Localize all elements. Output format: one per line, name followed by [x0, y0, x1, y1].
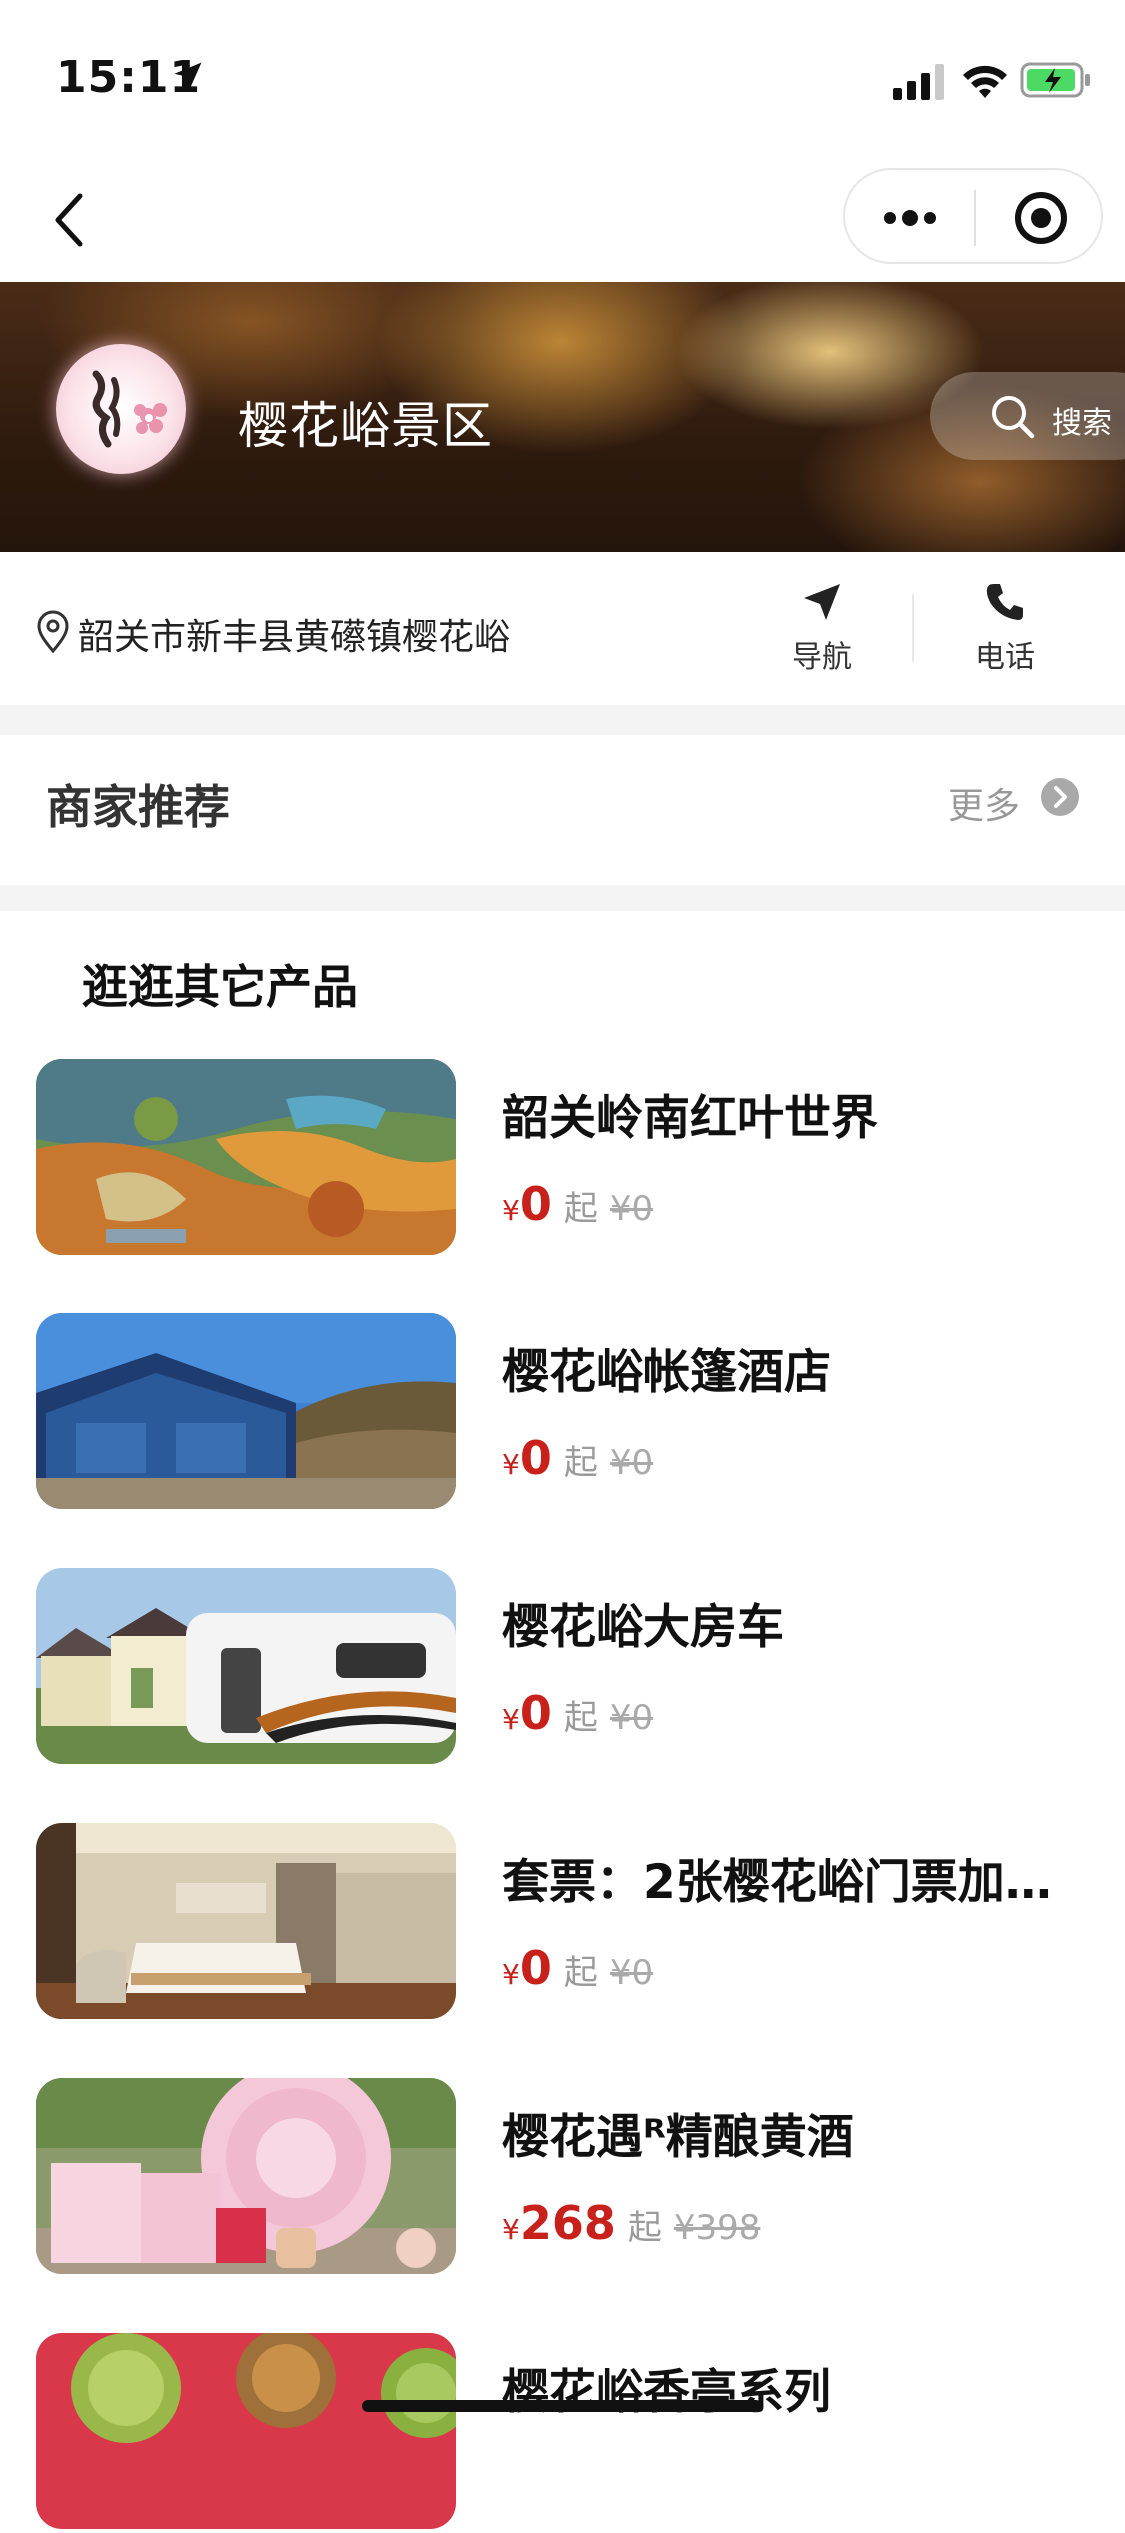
shop-logo: [56, 344, 186, 474]
navigate-icon: [804, 584, 840, 620]
product-name: 樱花峪大房车: [502, 1600, 784, 1655]
recommend-title: 商家推荐: [46, 780, 230, 834]
product-item[interactable]: 套票：2张樱花峪门票加… ¥0 起 ¥0: [0, 1823, 1125, 2023]
pin-icon: [37, 610, 69, 654]
price-amount: 0: [519, 1177, 552, 1231]
price-currency: ¥: [502, 1194, 520, 1227]
product-name: 套票：2张樱花峪门票加…: [502, 1855, 1052, 1910]
product-price: ¥0 起 ¥0: [502, 1686, 653, 1746]
product-item[interactable]: 樱花峪帐篷酒店 ¥0 起 ¥0: [0, 1313, 1125, 1513]
price-from-label: 起: [627, 2208, 662, 2248]
shop-banner: 樱花峪景区 搜索: [0, 282, 1125, 552]
wifi-icon: [963, 65, 1007, 98]
search-label: 搜索: [1052, 406, 1112, 441]
status-bar: 15:11: [0, 0, 1125, 160]
original-price: ¥398: [673, 2208, 761, 2248]
price-amount: 0: [519, 1686, 552, 1740]
phone-icon: [986, 584, 1023, 620]
battery-icon: [1020, 62, 1090, 98]
price-from-label: 起: [563, 1953, 598, 1993]
product-item[interactable]: 樱花遇ᴿ精酿黄酒 ¥268 起 ¥398: [0, 2078, 1125, 2278]
back-icon[interactable]: [40, 182, 100, 258]
price-from-label: 起: [563, 1443, 598, 1483]
original-price: ¥0: [609, 1953, 654, 1993]
product-item[interactable]: 樱花峪香亭系列: [0, 2333, 1125, 2533]
product-item[interactable]: 韶关岭南红叶世界 ¥0 起 ¥0: [0, 1059, 1125, 1259]
phone-button[interactable]: 电话: [950, 580, 1060, 680]
price-amount: 0: [519, 1941, 552, 1995]
original-price: ¥0: [609, 1189, 654, 1229]
product-name: 韶关岭南红叶世界: [502, 1091, 878, 1146]
product-image: [36, 2078, 456, 2274]
product-image: [36, 1568, 456, 1764]
search-icon: [992, 396, 1035, 439]
product-price: ¥0 起 ¥0: [502, 1431, 653, 1491]
address-text: 韶关市新丰县黄礤镇樱花峪: [78, 617, 511, 658]
chevron-right-icon[interactable]: [1040, 777, 1080, 817]
original-price: ¥0: [609, 1698, 654, 1738]
products-section: 逛逛其它产品 韶关岭南红叶世界 ¥0 起 ¥0 樱花峪帐篷酒店 ¥0 起 ¥0 …: [0, 911, 1125, 2529]
product-image: [36, 1313, 456, 1509]
product-price: ¥268 起 ¥398: [502, 2196, 760, 2256]
products-heading: 逛逛其它产品: [82, 960, 358, 1014]
section-gap: [0, 885, 1125, 911]
price-amount: 268: [519, 2196, 616, 2250]
capsule-divider: [974, 190, 976, 246]
price-currency: ¥: [502, 2213, 520, 2246]
product-image: [36, 1823, 456, 2019]
mini-program-capsule: [843, 168, 1103, 264]
navigate-button[interactable]: 导航: [767, 580, 877, 680]
original-price: ¥0: [609, 1443, 654, 1483]
product-image: [36, 2333, 456, 2529]
price-currency: ¥: [502, 1448, 520, 1481]
recommend-section: 商家推荐 更多: [0, 735, 1125, 885]
price-currency: ¥: [502, 1958, 520, 1991]
price-amount: 0: [519, 1431, 552, 1485]
product-price: ¥0 起 ¥0: [502, 1941, 653, 2001]
price-from-label: 起: [563, 1698, 598, 1738]
target-icon[interactable]: [1011, 188, 1071, 248]
navigate-label: 导航: [792, 640, 852, 675]
location-arrow-icon: [174, 62, 202, 90]
price-from-label: 起: [563, 1189, 598, 1229]
product-image: [36, 1059, 456, 1255]
signal-icon: [893, 64, 944, 100]
product-price: ¥0 起 ¥0: [502, 1177, 653, 1237]
address-card: 韶关市新丰县黄礤镇樱花峪 导航 电话: [0, 552, 1125, 705]
recommend-more-link[interactable]: 更多: [948, 777, 1020, 829]
product-name: 樱花峪帐篷酒店: [502, 1345, 831, 1400]
action-divider: [912, 594, 914, 662]
product-name: 樱花遇ᴿ精酿黄酒: [502, 2110, 854, 2165]
shop-title: 樱花峪景区: [238, 397, 493, 455]
home-indicator: [362, 2400, 762, 2412]
nav-bar: [0, 160, 1125, 282]
more-dots-icon[interactable]: [880, 200, 940, 236]
section-gap: [0, 705, 1125, 735]
product-item[interactable]: 樱花峪大房车 ¥0 起 ¥0: [0, 1568, 1125, 1768]
price-currency: ¥: [502, 1703, 520, 1736]
phone-label: 电话: [975, 640, 1035, 675]
search-button[interactable]: 搜索: [930, 372, 1125, 460]
